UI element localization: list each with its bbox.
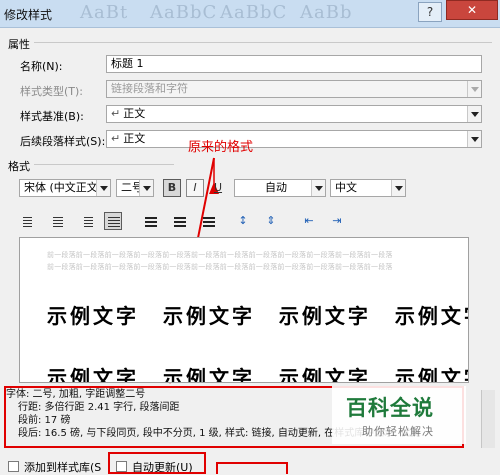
decrease-indent-icon[interactable]: ⇤	[300, 212, 318, 230]
double-spacing-icon[interactable]	[199, 212, 217, 230]
description-scrollbar[interactable]	[481, 390, 495, 448]
highlight-box-partial	[216, 462, 288, 474]
preview-sample-text: 示例文字 示例文字 示例文字 示例文字	[47, 304, 469, 328]
align-center-icon[interactable]	[48, 212, 66, 230]
underline-button[interactable]: U	[209, 179, 227, 197]
preview-previous-paragraph: 前一段落前一段落前一段落前一段落前一段落前一段落前一段落前一段落前一段落前一段落…	[47, 251, 393, 259]
preview-previous-paragraph: 前一段落前一段落前一段落前一段落前一段落前一段落前一段落前一段落前一段落前一段落…	[47, 263, 393, 271]
chevron-down-icon	[96, 180, 110, 196]
chevron-down-icon	[311, 180, 325, 196]
single-spacing-icon[interactable]	[141, 212, 159, 230]
format-section-label: 格式	[8, 160, 30, 173]
font-color-select[interactable]: 自动	[234, 179, 326, 197]
language-value: 中文	[335, 181, 357, 194]
font-select[interactable]: 宋体 (中文正文)	[19, 179, 111, 197]
align-right-icon[interactable]	[77, 212, 95, 230]
font-value: 宋体 (中文正文)	[24, 181, 103, 194]
language-select[interactable]: 中文	[330, 179, 406, 197]
watermark-subtitle: 助你轻松解决	[362, 425, 434, 438]
watermark-logo: 百科全说	[346, 396, 434, 420]
font-size-select[interactable]: 二号	[116, 179, 154, 197]
justify-icon[interactable]	[104, 212, 122, 230]
one-half-spacing-icon[interactable]	[170, 212, 188, 230]
bold-button[interactable]: B	[163, 179, 181, 197]
add-to-gallery-label: 添加到样式库(S	[24, 461, 102, 474]
line-spacing-up-icon[interactable]: ↕	[234, 212, 252, 230]
watermark: 百科全说 助你轻松解决	[332, 386, 466, 444]
section-divider	[34, 164, 174, 165]
chevron-down-icon	[139, 180, 153, 196]
increase-indent-icon[interactable]: ⇥	[328, 212, 346, 230]
align-left-icon[interactable]	[19, 212, 37, 230]
font-color-value: 自动	[265, 181, 287, 194]
add-to-gallery-checkbox[interactable]	[8, 461, 19, 472]
style-preview-pane: 前一段落前一段落前一段落前一段落前一段落前一段落前一段落前一段落前一段落前一段落…	[19, 237, 469, 383]
highlight-auto-update-box	[108, 452, 206, 474]
italic-button[interactable]: I	[186, 179, 204, 197]
chevron-down-icon	[391, 180, 405, 196]
preview-sample-text: 示例文字 示例文字 示例文字 示例文字	[47, 366, 469, 383]
line-spacing-down-icon[interactable]: ⇕	[262, 212, 280, 230]
